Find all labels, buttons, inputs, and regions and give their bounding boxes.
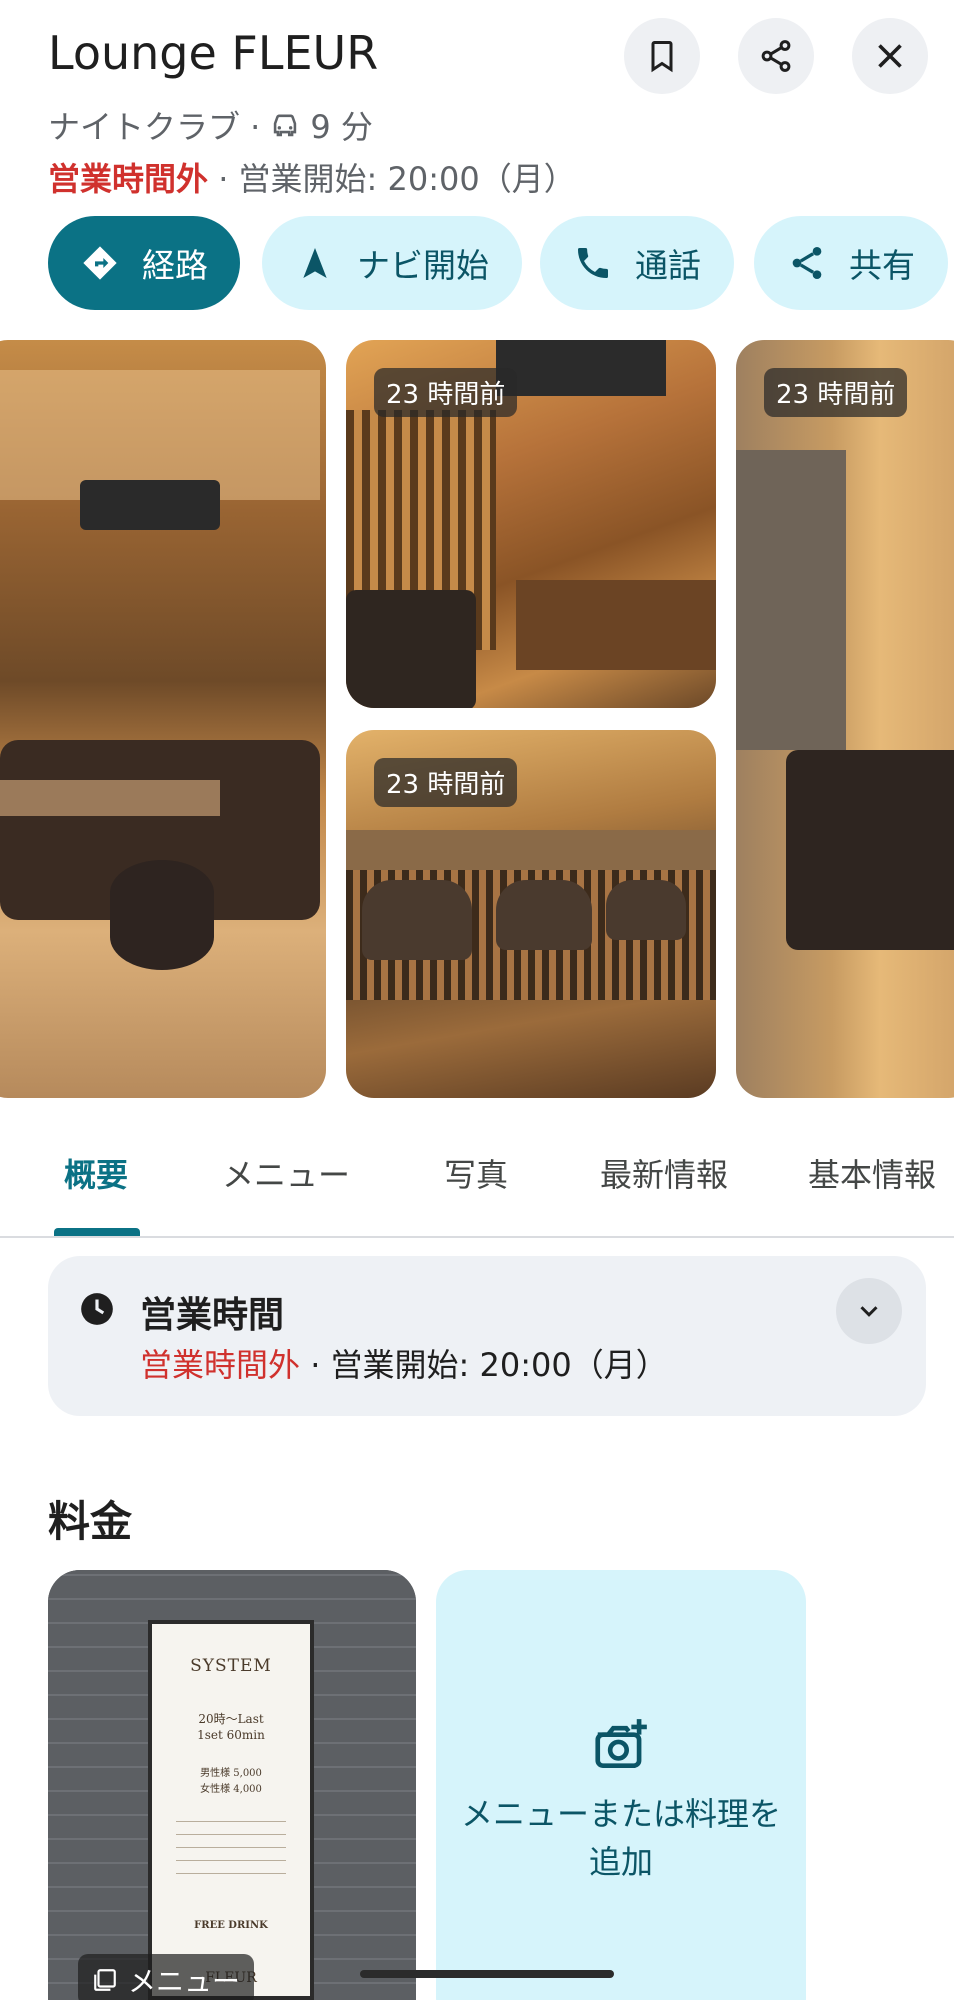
clock-icon <box>81 1293 113 1325</box>
hours-status: 営業時間外 · 営業開始: 20:00（月） <box>140 1340 668 1386</box>
car-icon <box>274 114 297 137</box>
share-icon <box>792 247 822 279</box>
board-time: 20時～Last <box>198 1712 264 1726</box>
navigate-label: ナビ開始 <box>357 246 489 285</box>
directions-icon <box>83 246 117 280</box>
hours-closed-label: 営業時間外 <box>140 1346 301 1384</box>
menu-board: SYSTEM 20時～Last 1set 60min 男性様 5,000 女性様… <box>148 1620 314 2000</box>
tab-menu[interactable]: メニュー <box>222 1150 350 1196</box>
add-menu-label: メニューまたは料理を追加 <box>460 1795 781 1881</box>
close-button[interactable] <box>852 18 928 94</box>
board-female: 女性様 4,000 <box>200 1784 262 1795</box>
drive-time: 9 分 <box>310 108 373 146</box>
share-icon <box>761 40 791 72</box>
bookmark-icon <box>651 41 673 73</box>
price-section-title: 料金 <box>48 1497 133 1546</box>
call-label: 通話 <box>635 246 701 285</box>
photo-age-badge: 23 時間前 <box>764 368 908 417</box>
menu-tag-label: メニュー <box>128 1965 241 1998</box>
menu-tag: メニュー <box>78 1954 255 2000</box>
tab-indicator <box>54 1228 140 1236</box>
hours-title: 営業時間 <box>140 1295 285 1336</box>
place-title: Lounge FLEUR <box>48 26 379 80</box>
save-button[interactable] <box>624 18 700 94</box>
tab-about[interactable]: 基本情報 <box>808 1150 936 1196</box>
open-time: · 営業開始: 20:00（月） <box>208 160 576 198</box>
hours-card[interactable]: 営業時間 営業時間外 · 営業開始: 20:00（月） <box>48 1256 926 1416</box>
tab-overview[interactable]: 概要 <box>64 1150 128 1196</box>
share-label: 共有 <box>849 246 915 285</box>
board-set: 1set 60min <box>197 1728 265 1742</box>
closed-label: 営業時間外 <box>48 160 209 198</box>
share-header-button[interactable] <box>738 18 814 94</box>
tab-divider <box>0 1236 954 1238</box>
board-male: 男性様 5,000 <box>200 1768 262 1779</box>
share-button[interactable]: 共有 <box>754 216 948 310</box>
photo-age-badge: 23 時間前 <box>374 758 518 807</box>
photo-bar-chairs[interactable]: 23 時間前 <box>346 730 716 1098</box>
category-line: ナイトクラブ · 9 分 <box>48 102 373 148</box>
chevron-down-icon <box>860 1306 878 1317</box>
add-photo-icon <box>595 1719 647 1768</box>
close-icon <box>878 44 902 68</box>
expand-hours-button[interactable] <box>836 1278 902 1344</box>
board-title: SYSTEM <box>190 1656 272 1676</box>
photo-bar-counter[interactable]: 23 時間前 <box>346 340 716 708</box>
tab-photos[interactable]: 写真 <box>444 1150 508 1196</box>
board-free-drink: FREE DRINK <box>194 1920 268 1931</box>
add-menu-card[interactable]: メニューまたは料理を追加 <box>436 1570 806 2000</box>
navigation-arrow-icon <box>303 248 327 278</box>
category-label: ナイトクラブ · <box>48 108 261 146</box>
directions-label: 経路 <box>142 246 208 285</box>
menu-photo[interactable]: SYSTEM 20時～Last 1set 60min 男性様 5,000 女性様… <box>48 1570 416 2000</box>
photo-main[interactable] <box>0 340 326 1098</box>
phone-icon <box>578 248 608 278</box>
call-button[interactable]: 通話 <box>540 216 734 310</box>
navigate-button[interactable]: ナビ開始 <box>262 216 522 310</box>
home-indicator <box>360 1970 614 1978</box>
photo-library-icon <box>94 1969 116 1991</box>
directions-button[interactable]: 経路 <box>48 216 240 310</box>
hours-open-time: · 営業開始: 20:00（月） <box>300 1346 668 1384</box>
open-status: 営業時間外 · 営業開始: 20:00（月） <box>48 154 576 200</box>
tab-updates[interactable]: 最新情報 <box>600 1150 728 1196</box>
photo-age-badge: 23 時間前 <box>374 368 518 417</box>
photo-lounge-wall[interactable]: 23 時間前 <box>736 340 954 1098</box>
tab-bar: 概要 メニュー 写真 最新情報 基本情報 <box>0 1150 954 1238</box>
